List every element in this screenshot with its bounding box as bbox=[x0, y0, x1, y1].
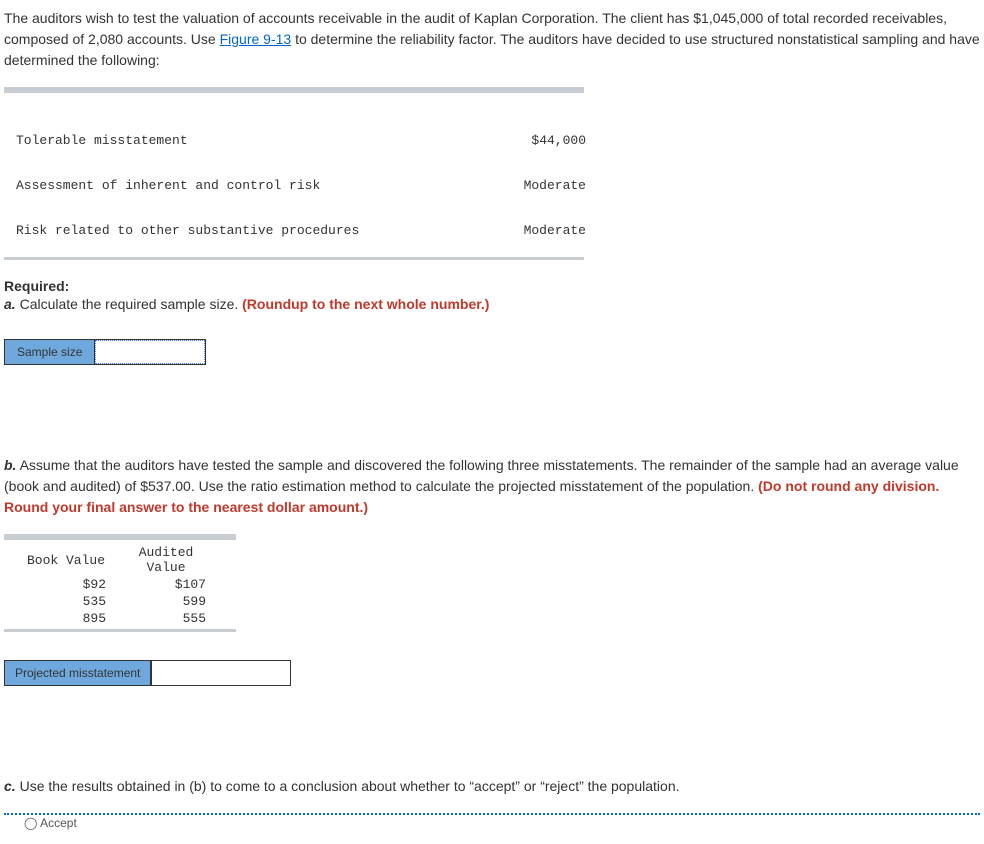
intro-paragraph: The auditors wish to test the valuation … bbox=[4, 8, 980, 71]
table-row: 895 555 bbox=[16, 610, 216, 627]
option-accept-label: Accept bbox=[40, 816, 77, 830]
table-header-audited: AuditedValue bbox=[116, 544, 216, 576]
part-a-prompt: a. Calculate the required sample size. (… bbox=[4, 294, 980, 315]
part-b-letter: b. bbox=[4, 457, 16, 473]
cell-book: 535 bbox=[16, 593, 116, 610]
misstatement-table: Book Value AuditedValue $92 $107 535 599… bbox=[16, 544, 216, 627]
table-row: 535 599 bbox=[16, 593, 216, 610]
part-a-letter: a. bbox=[4, 296, 16, 312]
cell-book: 895 bbox=[16, 610, 116, 627]
projected-misstatement-label: Projected misstatement bbox=[5, 661, 151, 685]
sample-size-input[interactable] bbox=[95, 340, 205, 364]
part-c-text: Use the results obtained in (b) to come … bbox=[16, 778, 680, 794]
given-label: Assessment of inherent and control risk bbox=[4, 178, 486, 193]
sample-size-label: Sample size bbox=[5, 340, 95, 364]
part-c-letter: c. bbox=[4, 778, 16, 794]
given-value: Moderate bbox=[486, 178, 586, 193]
given-value: $44,000 bbox=[486, 133, 586, 148]
cell-book: $92 bbox=[16, 576, 116, 593]
figure-link[interactable]: Figure 9-13 bbox=[220, 31, 292, 47]
table-row: $92 $107 bbox=[16, 576, 216, 593]
divider-bar bbox=[4, 534, 236, 540]
sample-size-answer-box: Sample size bbox=[4, 339, 206, 365]
table-header-book: Book Value bbox=[16, 544, 116, 576]
given-data-block: Tolerable misstatement $44,000 Assessmen… bbox=[4, 103, 980, 253]
given-label: Tolerable misstatement bbox=[4, 133, 486, 148]
option-row[interactable]: ◯ Accept bbox=[4, 816, 980, 830]
given-label: Risk related to other substantive proced… bbox=[4, 223, 486, 238]
given-row: Assessment of inherent and control risk … bbox=[4, 178, 980, 193]
given-value: Moderate bbox=[486, 223, 586, 238]
cell-audited: 599 bbox=[116, 593, 216, 610]
cell-audited: 555 bbox=[116, 610, 216, 627]
given-row: Tolerable misstatement $44,000 bbox=[4, 133, 980, 148]
part-a-text: Calculate the required sample size. bbox=[16, 296, 242, 312]
radio-icon: ◯ bbox=[24, 816, 40, 830]
part-a-hint: (Roundup to the next whole number.) bbox=[242, 296, 489, 312]
part-b-prompt: b. Assume that the auditors have tested … bbox=[4, 455, 980, 518]
part-c-prompt: c. Use the results obtained in (b) to co… bbox=[4, 776, 980, 797]
given-row: Risk related to other substantive proced… bbox=[4, 223, 980, 238]
required-heading: Required: bbox=[4, 278, 980, 294]
projected-misstatement-input[interactable] bbox=[151, 661, 290, 685]
projected-misstatement-answer-box: Projected misstatement bbox=[4, 660, 291, 686]
divider-bar bbox=[4, 87, 584, 93]
cell-audited: $107 bbox=[116, 576, 216, 593]
dotted-divider bbox=[4, 813, 980, 815]
